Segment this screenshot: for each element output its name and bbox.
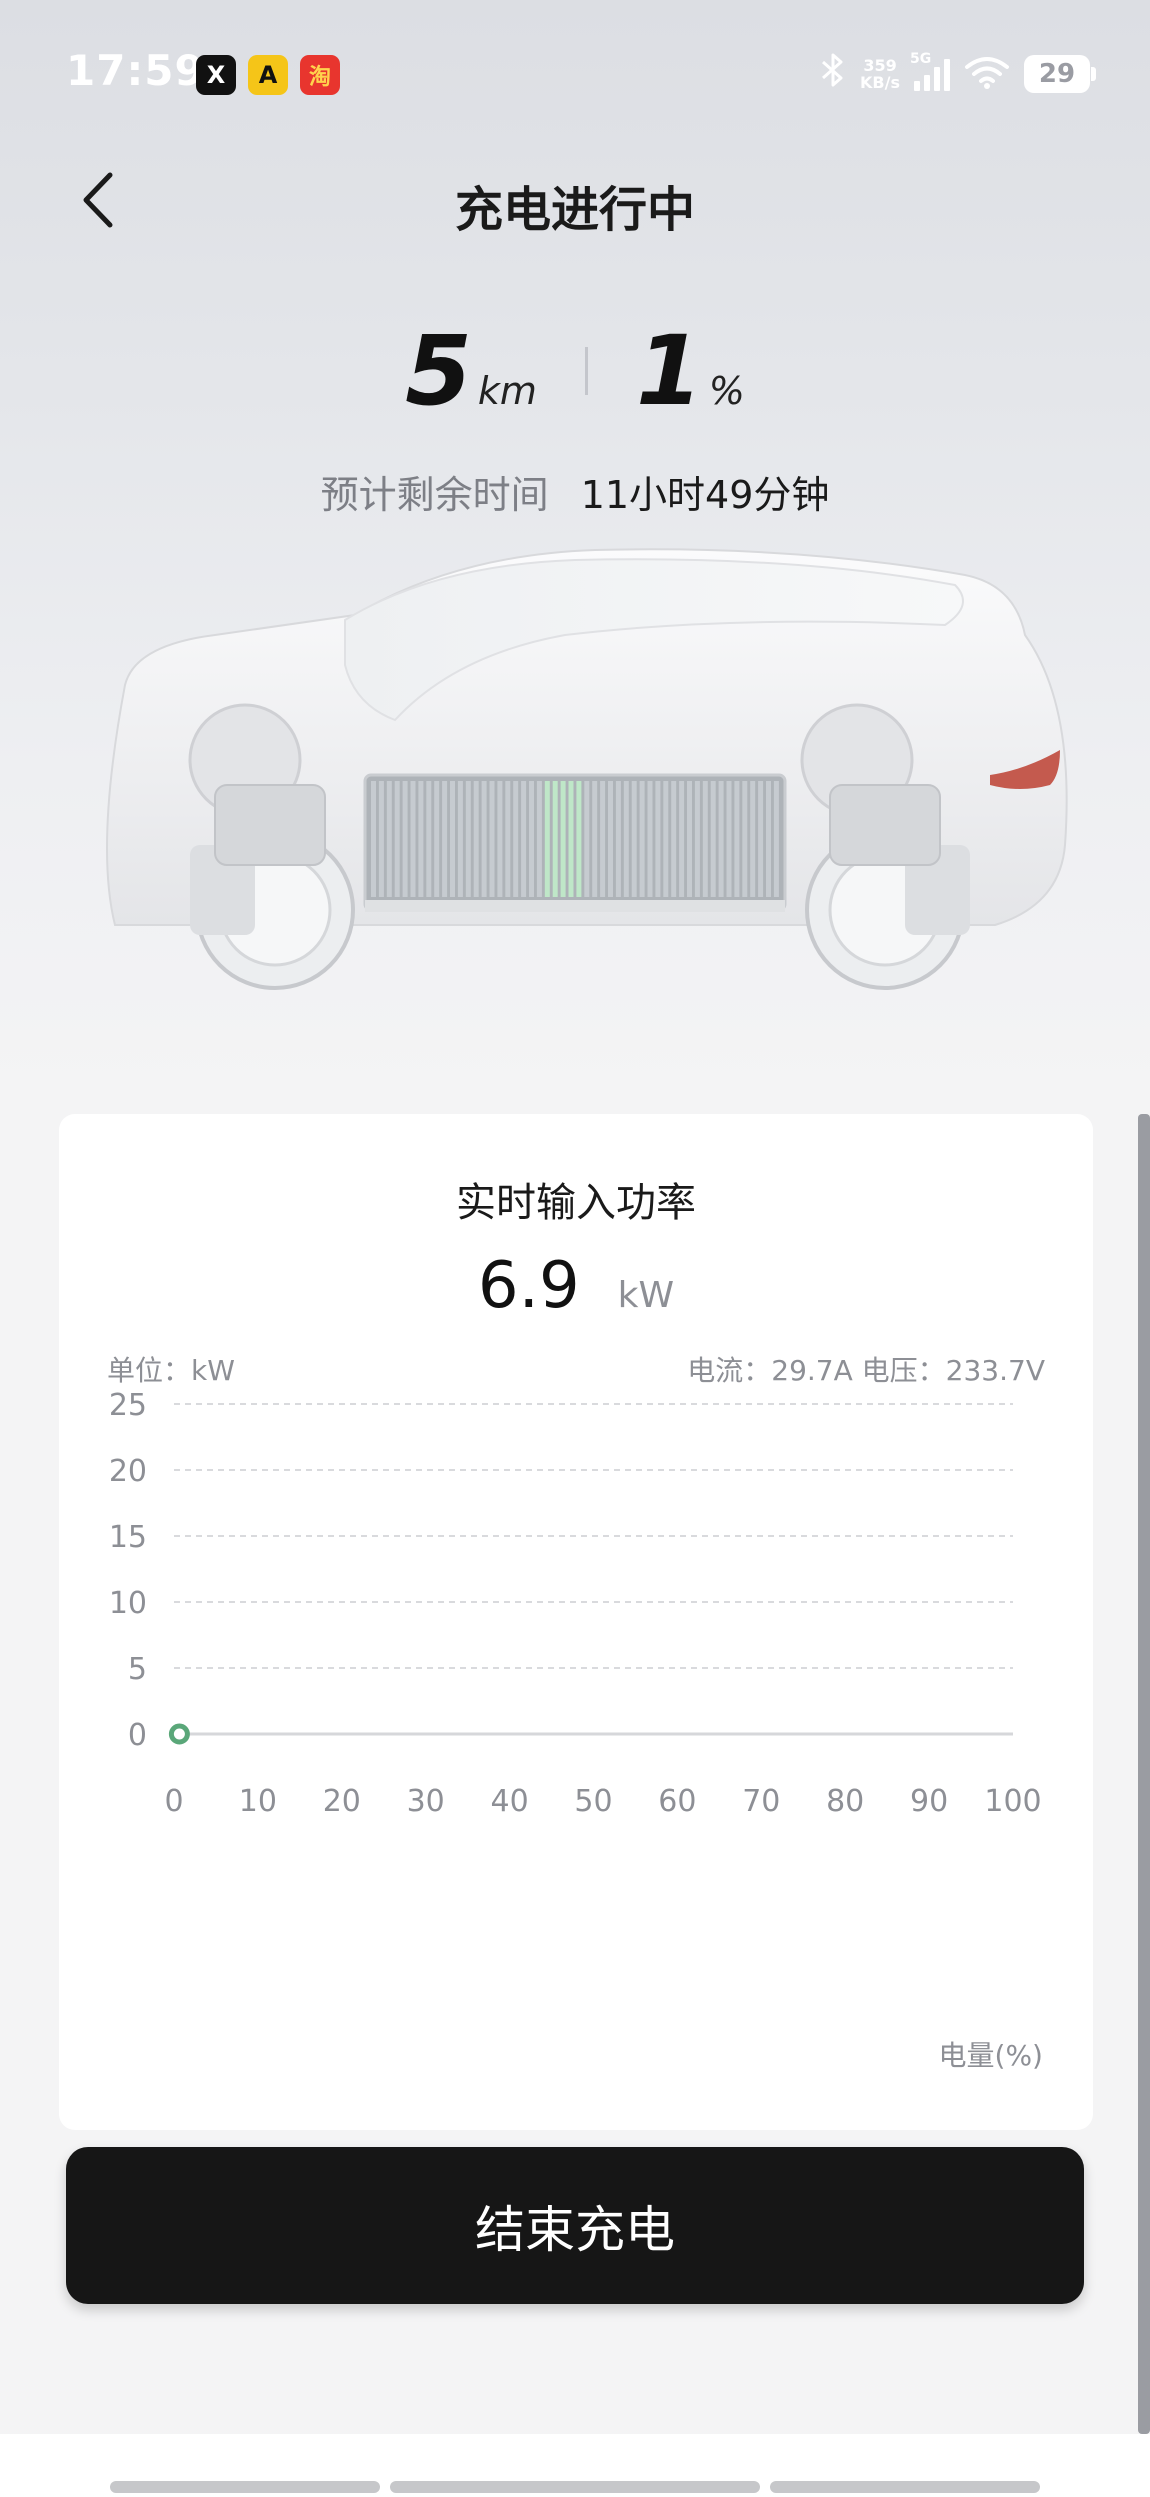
net-speed: 359 KB/s bbox=[860, 57, 900, 91]
eta-row: 预计剩余时间 11小时49分钟 bbox=[0, 464, 1150, 519]
wifi-icon bbox=[964, 55, 1010, 93]
eta-label: 预计剩余时间 bbox=[320, 473, 549, 517]
chart-y-tick-label: 15 bbox=[109, 1520, 147, 1555]
page-indicator-segment bbox=[390, 2481, 760, 2493]
power-unit: kW bbox=[617, 1275, 675, 1316]
range-value: 5 bbox=[405, 315, 472, 427]
chart-x-tick-label: 60 bbox=[658, 1784, 696, 1819]
network-type: 5G bbox=[910, 51, 932, 67]
chart-x-tick-label: 50 bbox=[574, 1784, 612, 1819]
status-bar: 17:59 X A 淘 359 KB/s 5G 29 bbox=[0, 0, 1150, 150]
stats-divider bbox=[584, 347, 588, 395]
chart-y-tick-label: 25 bbox=[109, 1388, 147, 1423]
scrollbar[interactable] bbox=[1138, 1114, 1150, 2434]
net-speed-unit: KB/s bbox=[860, 73, 900, 92]
chart-x-tick-label: 30 bbox=[407, 1784, 445, 1819]
chart-y-tick-label: 10 bbox=[109, 1586, 147, 1621]
soc-unit: % bbox=[708, 369, 745, 413]
chart-x-tick-label: 10 bbox=[239, 1784, 277, 1819]
chart-x-tick-label: 90 bbox=[910, 1784, 948, 1819]
power-readout: 6.9 kW bbox=[59, 1249, 1093, 1323]
net-speed-value: 359 bbox=[863, 56, 897, 75]
app-icon-taobao: 淘 bbox=[300, 55, 340, 95]
range-unit: km bbox=[477, 369, 537, 413]
charge-stats: 5 km 1 % bbox=[0, 315, 1150, 427]
car-battery-illustration bbox=[106, 548, 1068, 990]
chart-y-tick-label: 20 bbox=[109, 1454, 147, 1489]
status-time: 17:59 bbox=[66, 46, 205, 95]
current-voltage: 电流：29.7A 电压：233.7V bbox=[687, 1354, 1045, 1387]
page-title: 充电进行中 bbox=[454, 182, 695, 238]
eta-value: 11小时49分钟 bbox=[580, 473, 830, 517]
cell-signal-icon: 5G bbox=[910, 51, 950, 91]
chart-x-tick-label: 40 bbox=[491, 1784, 529, 1819]
end-charging-button[interactable]: 结束充电 bbox=[66, 2147, 1084, 2304]
bluetooth-icon bbox=[820, 52, 846, 96]
page-indicator-segment bbox=[110, 2481, 380, 2493]
power-chart: 0 5 10 15 20 25 0 10 20 30 40 50 60 70 80 90 100 bbox=[109, 1388, 1042, 1819]
chart-unit-label: 单位：kW bbox=[107, 1354, 235, 1387]
power-card: 实时输入功率 6.9 kW 单位：kW 电流：29.7A 电压：233.7V 0… bbox=[59, 1114, 1093, 2130]
chart-x-tick-label: 100 bbox=[984, 1784, 1041, 1819]
power-value: 6.9 bbox=[477, 1249, 580, 1323]
chart-x-tick-label: 20 bbox=[323, 1784, 361, 1819]
chart-x-tick-label: 80 bbox=[826, 1784, 864, 1819]
app-icon-a: A bbox=[248, 55, 288, 95]
soc-value: 1 bbox=[635, 315, 703, 427]
chart-data-point bbox=[168, 1723, 190, 1745]
app-icon-x: X bbox=[196, 55, 236, 95]
battery-indicator: 29 bbox=[1024, 55, 1096, 93]
page-indicator-segment bbox=[770, 2481, 1040, 2493]
chart-x-tick-label: 70 bbox=[742, 1784, 780, 1819]
chart-y-tick-label: 0 bbox=[128, 1718, 147, 1753]
chart-x-axis-label: 电量(%) bbox=[938, 2039, 1043, 2072]
chart-y-tick-label: 5 bbox=[128, 1652, 147, 1687]
power-card-title: 实时输入功率 bbox=[456, 1180, 696, 1226]
chart-x-tick-label: 0 bbox=[164, 1784, 183, 1819]
